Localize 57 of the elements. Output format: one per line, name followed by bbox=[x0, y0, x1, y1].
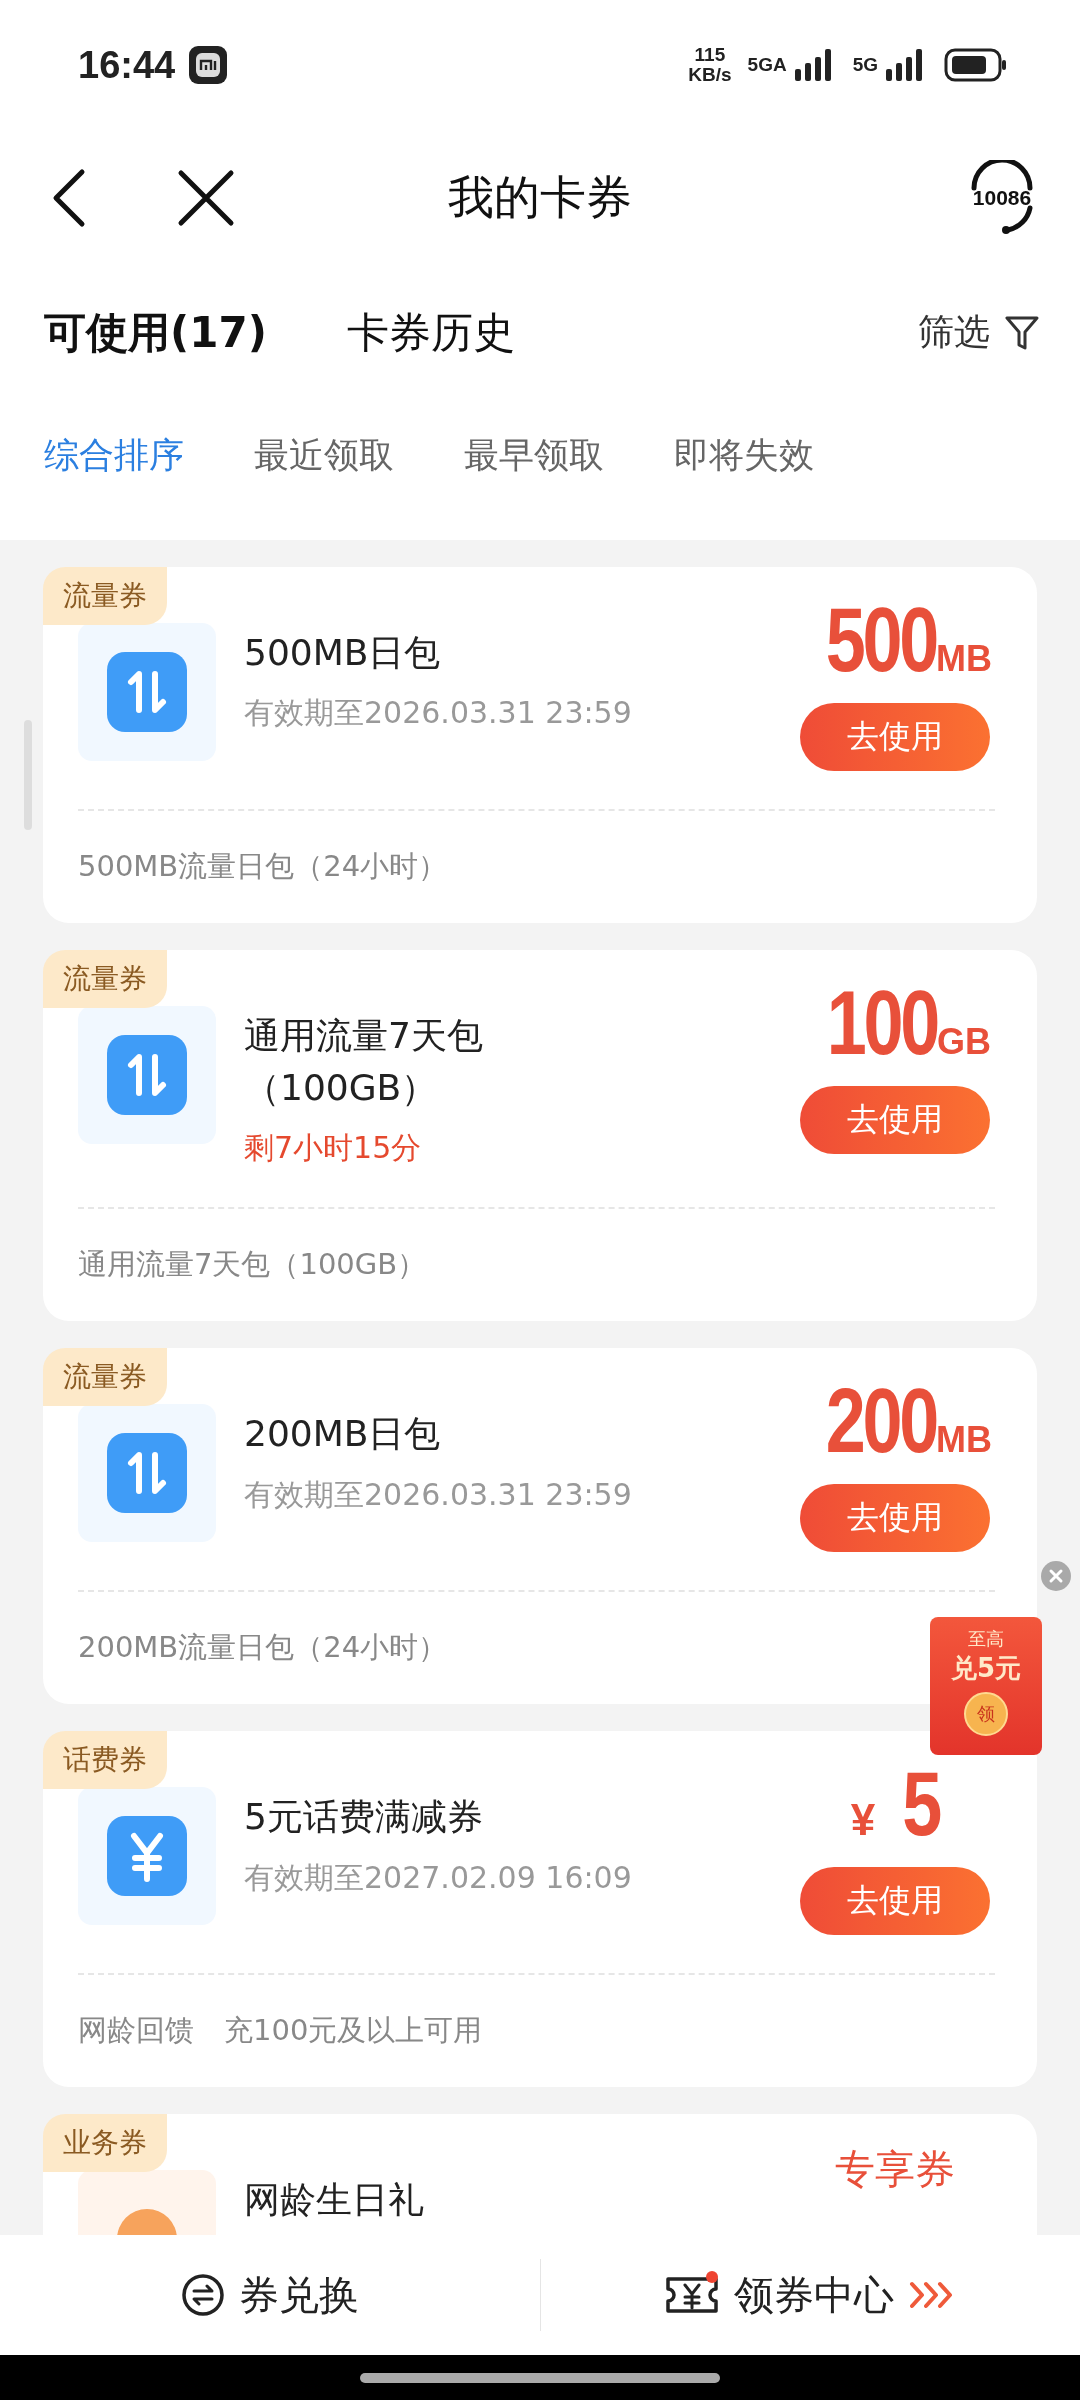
coupon-tag: 流量券 bbox=[43, 950, 167, 1008]
use-button[interactable]: 去使用 bbox=[800, 703, 990, 771]
coupon-title: 网龄生日礼 bbox=[244, 2178, 424, 2223]
amount-unit: MB bbox=[936, 638, 993, 680]
sort-option[interactable]: 最近领取 bbox=[254, 431, 394, 479]
coupon-title: 5元话费满减券 bbox=[244, 1795, 483, 1840]
exchange-icon bbox=[180, 2273, 225, 2317]
coupon-amount: 500 bbox=[825, 589, 937, 692]
sort-option[interactable]: 综合排序 bbox=[44, 431, 184, 479]
status-time: 16:44 bbox=[78, 43, 176, 87]
sort-option[interactable]: 即将失效 bbox=[674, 431, 814, 479]
coupon-title: 通用流量7天包（100GB） bbox=[244, 1014, 484, 1111]
coupon-note: 200MB流量日包（24小时） bbox=[78, 1629, 448, 1667]
app-notification-icon bbox=[189, 46, 228, 84]
reward-envelope[interactable]: 至高 兑5元 领 bbox=[930, 1617, 1042, 1755]
page-title: 我的卡券 bbox=[448, 168, 632, 226]
coupon-note: 网龄回馈 bbox=[78, 2012, 194, 2050]
filter-button[interactable]: 筛选 bbox=[918, 308, 1040, 357]
close-icon bbox=[176, 167, 236, 228]
coupon-tag: 流量券 bbox=[43, 567, 167, 625]
use-button[interactable]: 去使用 bbox=[800, 1484, 990, 1553]
validity-date: 有效期至2026.03.31 23:59 bbox=[244, 694, 632, 733]
coupon-amount: 5 bbox=[902, 1753, 940, 1857]
remaining-time: 剩7小时15分 bbox=[244, 1129, 422, 1168]
coupon-center-button[interactable]: 领券中心 bbox=[540, 2245, 1080, 2345]
network-speed: 115 KB/s bbox=[688, 45, 732, 85]
coupon-amount: 100 bbox=[826, 972, 938, 1075]
exchange-button[interactable]: 券兑换 bbox=[0, 2245, 540, 2345]
use-button[interactable]: 去使用 bbox=[800, 1867, 990, 1936]
close-icon bbox=[1048, 1568, 1064, 1584]
amount-unit: GB bbox=[937, 1021, 992, 1063]
network-type: 5G bbox=[852, 54, 878, 76]
coupon-title: 200MB日包 bbox=[244, 1412, 441, 1457]
validity-date: 有效期至2026.03.31 23:59 bbox=[244, 1475, 632, 1514]
network-type: 5GA bbox=[747, 54, 787, 76]
amount-unit: MB bbox=[936, 1419, 993, 1462]
customer-service-button[interactable]: 10086 bbox=[964, 159, 1040, 236]
coupon-note: 充100元及以上可用 bbox=[224, 2012, 483, 2050]
coupon-type-label: 专享券 bbox=[835, 2145, 955, 2195]
currency-symbol: ¥ bbox=[850, 1795, 876, 1846]
coupon-note: 500MB流量日包（24小时） bbox=[78, 848, 448, 885]
tab[interactable]: 可使用(17) bbox=[44, 304, 267, 361]
yuan-icon bbox=[107, 1816, 187, 1897]
battery-icon bbox=[944, 48, 1008, 82]
coupon-note: 通用流量7天包（100GB） bbox=[78, 1246, 427, 1284]
coupon-tag: 流量券 bbox=[43, 1348, 167, 1407]
up-down-arrows-icon bbox=[107, 652, 187, 732]
validity-date: 有效期至2027.02.09 16:09 bbox=[244, 1858, 632, 1897]
coupon-amount: 200 bbox=[825, 1370, 937, 1474]
tab[interactable]: 卡券历史 bbox=[346, 304, 515, 361]
sort-option[interactable]: 最早领取 bbox=[464, 431, 604, 479]
use-button[interactable]: 去使用 bbox=[800, 1086, 990, 1154]
coupon-tag: 话费券 bbox=[43, 1731, 167, 1790]
coupon-title: 500MB日包 bbox=[244, 631, 441, 675]
up-down-arrows-icon bbox=[107, 1035, 187, 1115]
coupon-tag: 业务券 bbox=[43, 2114, 167, 2173]
up-down-arrows-icon bbox=[107, 1433, 187, 1514]
